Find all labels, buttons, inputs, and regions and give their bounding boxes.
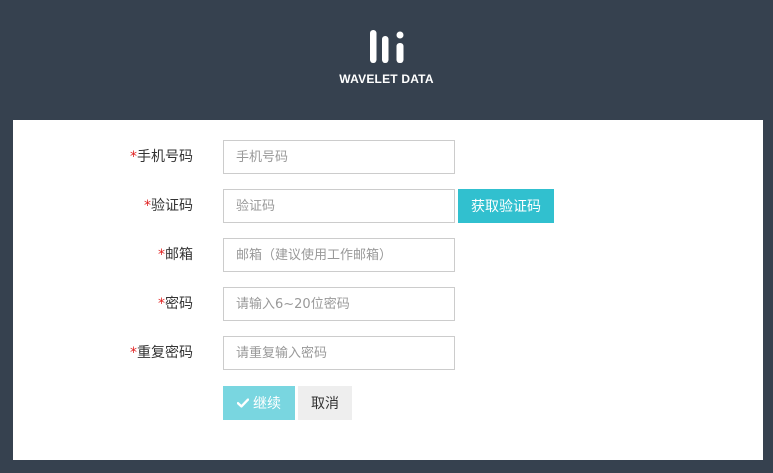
email-label: *邮箱 xyxy=(158,238,193,272)
phone-label: *手机号码 xyxy=(130,140,193,174)
password-row: *密码 xyxy=(13,287,763,321)
required-mark: * xyxy=(130,149,137,165)
phone-label-text: 手机号码 xyxy=(137,149,193,165)
repeat-password-label: *重复密码 xyxy=(130,336,193,370)
phone-input[interactable] xyxy=(223,140,455,174)
continue-button[interactable]: 继续 xyxy=(223,386,295,420)
required-mark: * xyxy=(130,345,137,361)
repeat-password-label-text: 重复密码 xyxy=(137,345,193,361)
continue-label: 继续 xyxy=(253,396,281,412)
code-label-text: 验证码 xyxy=(151,198,193,214)
repeat-password-input[interactable] xyxy=(223,336,455,370)
header: WAVELET DATA xyxy=(0,0,773,120)
cancel-button[interactable]: 取消 xyxy=(298,386,352,420)
required-mark: * xyxy=(144,198,151,214)
signup-form: *手机号码 *验证码 获取验证码 *邮箱 *密码 *重复密码 继续 取消 xyxy=(13,120,763,460)
brand-name: WAVELET DATA xyxy=(339,72,434,86)
repeat-password-row: *重复密码 xyxy=(13,336,763,370)
required-mark: * xyxy=(158,296,165,312)
verification-code-input[interactable] xyxy=(223,189,455,223)
phone-row: *手机号码 xyxy=(13,140,763,174)
code-row: *验证码 获取验证码 xyxy=(13,189,763,223)
password-input[interactable] xyxy=(223,287,455,321)
password-label: *密码 xyxy=(158,287,193,321)
required-mark: * xyxy=(158,247,165,263)
password-label-text: 密码 xyxy=(165,296,193,312)
code-label: *验证码 xyxy=(144,189,193,223)
email-input[interactable] xyxy=(223,238,455,272)
check-icon xyxy=(237,398,249,408)
email-row: *邮箱 xyxy=(13,238,763,272)
get-code-button[interactable]: 获取验证码 xyxy=(458,189,554,223)
wavelet-logo-icon xyxy=(370,30,404,63)
email-label-text: 邮箱 xyxy=(165,247,193,263)
